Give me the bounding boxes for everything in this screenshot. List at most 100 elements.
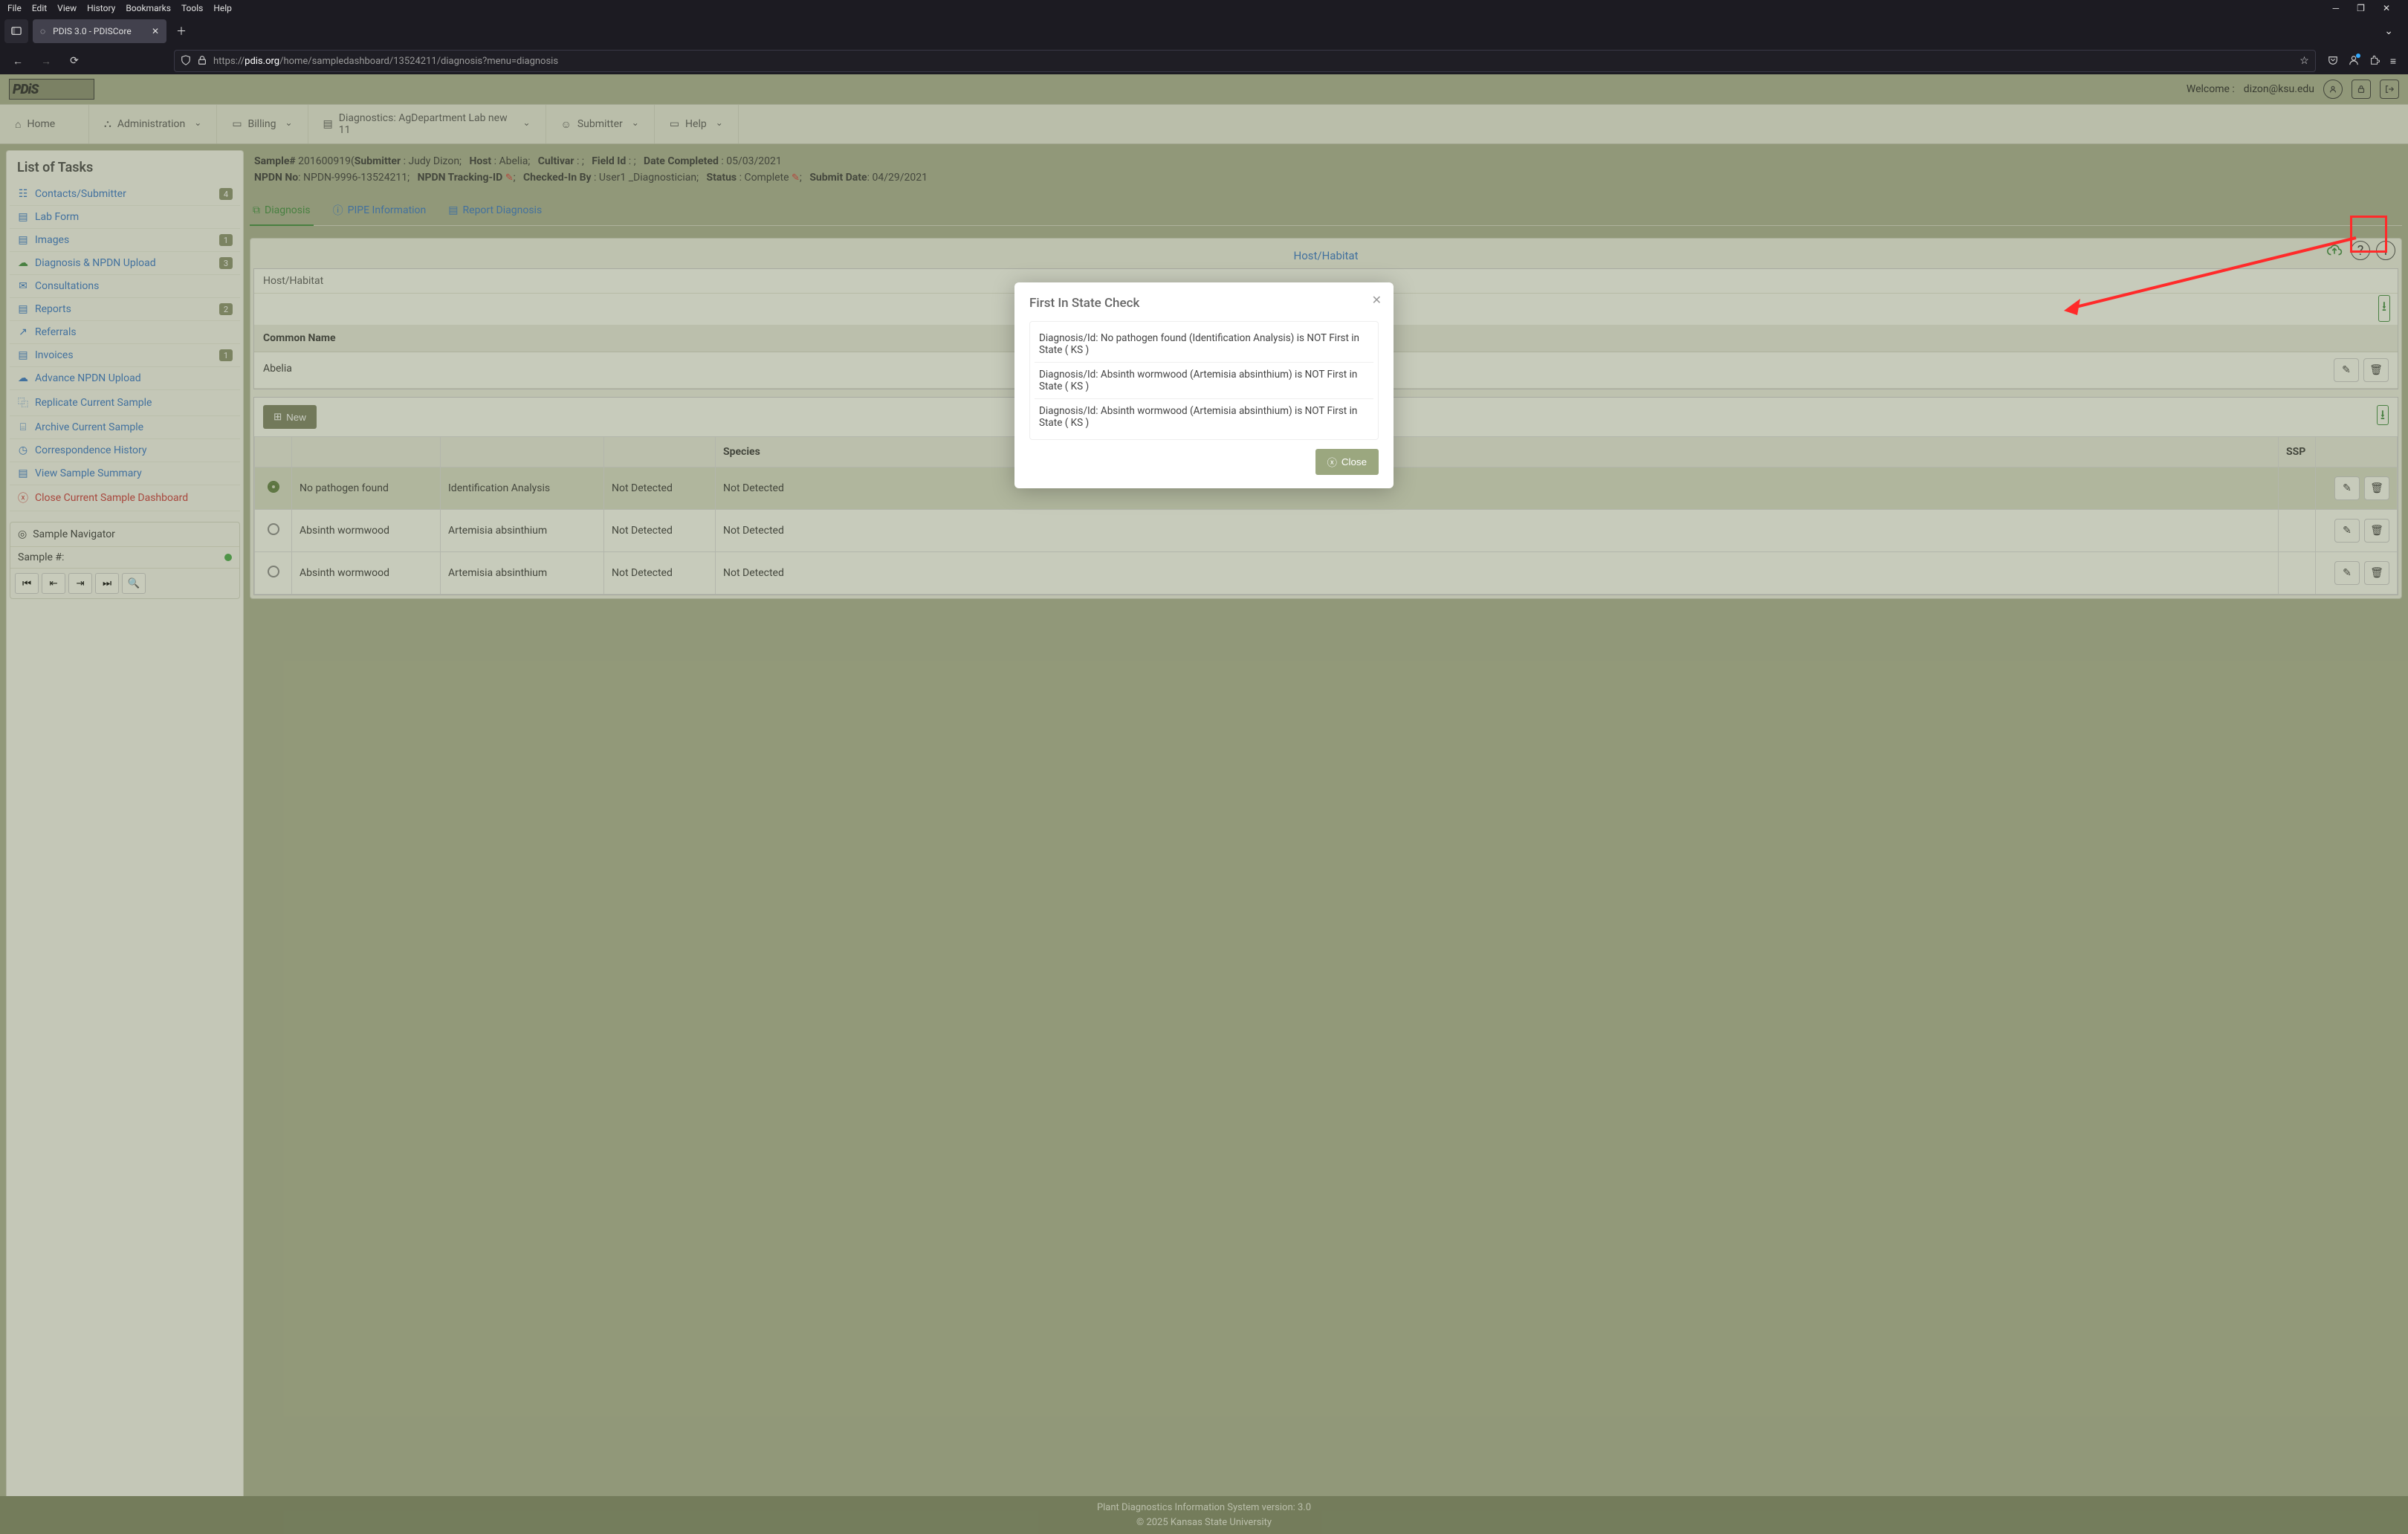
window-minimize-icon[interactable]: ─ <box>2333 3 2340 13</box>
tab-diagnosis[interactable]: ⧉Diagnosis <box>250 197 314 226</box>
account-icon[interactable] <box>2349 55 2359 67</box>
delete-row-button[interactable]: 🗑 <box>2364 476 2389 500</box>
menu-file[interactable]: File <box>7 3 22 13</box>
table-row: Absinth wormwoodArtemisia absinthiumNot … <box>255 510 2398 552</box>
modal-close-icon[interactable]: ✕ <box>1372 293 1382 307</box>
sidebar-item-10[interactable]: ⌸Archive Current Sample <box>10 416 240 439</box>
sidebar-item-6[interactable]: ↗Referrals <box>10 321 240 344</box>
new-diagnosis-button[interactable]: ⊞New <box>263 405 317 429</box>
tabs-dropdown-icon[interactable]: ⌄ <box>2374 25 2404 37</box>
new-tab-button[interactable]: ＋ <box>171 21 192 42</box>
bookmark-star-icon[interactable]: ☆ <box>2299 55 2309 67</box>
window-restore-icon[interactable]: ❐ <box>2357 3 2365 13</box>
menu-view[interactable]: View <box>57 3 77 13</box>
sidebar-item-0[interactable]: ☷Contacts/Submitter4 <box>10 183 240 206</box>
footer-line1: Plant Diagnostics Information System ver… <box>0 1501 2408 1515</box>
sidebar-item-5[interactable]: ▤Reports2 <box>10 298 240 321</box>
tab-report[interactable]: ▤Report Diagnosis <box>445 197 545 225</box>
delete-row-button[interactable]: 🗑 <box>2364 561 2389 585</box>
replicate-icon: ⿻ <box>17 395 29 410</box>
sidebar-item-label: Archive Current Sample <box>35 421 143 433</box>
modal-close-button[interactable]: ⓧClose <box>1315 449 1379 475</box>
window-close-icon[interactable]: ✕ <box>2383 3 2390 13</box>
nav-first-button[interactable]: ⏮ <box>15 573 39 594</box>
edit-row-button[interactable]: ✎ <box>2334 476 2360 500</box>
row-select-radio[interactable] <box>268 523 279 535</box>
sidebar-item-3[interactable]: ☁Diagnosis & NPDN Upload3 <box>10 252 240 275</box>
edit-row-button[interactable]: ✎ <box>2334 519 2360 543</box>
nav-last-button[interactable]: ⏭ <box>95 573 119 594</box>
sidebar-item-4[interactable]: ✉Consultations <box>10 275 240 298</box>
nav-diagnostics[interactable]: ▤Diagnostics: AgDepartment Lab new 11 <box>308 105 546 143</box>
compass-icon: ◎ <box>18 528 27 540</box>
row-select-radio[interactable] <box>268 481 279 493</box>
reload-button[interactable]: ⟳ <box>64 55 85 67</box>
edit-row-button[interactable]: ✎ <box>2334 561 2360 585</box>
sidebar-item-9[interactable]: ⿻Replicate Current Sample <box>10 390 240 416</box>
nav-billing[interactable]: ▭Billing <box>217 105 308 143</box>
recent-browsing-button[interactable] <box>4 19 28 43</box>
nav-search-button[interactable]: 🔍 <box>122 573 146 594</box>
plus-icon: ⊞ <box>274 411 282 423</box>
sample-number-label: Sample #: <box>18 551 64 563</box>
extensions-icon[interactable] <box>2369 55 2380 67</box>
shield-icon[interactable] <box>181 55 191 67</box>
sidebar-item-label: View Sample Summary <box>35 467 142 479</box>
edit-status-icon[interactable]: ✎ <box>792 172 800 184</box>
sidebar-item-11[interactable]: ◷Correspondence History <box>10 439 240 462</box>
sidebar-item-12[interactable]: ▤View Sample Summary <box>10 462 240 485</box>
menu-history[interactable]: History <box>87 3 115 13</box>
sidebar-item-label: Images <box>35 234 69 246</box>
row-select-radio[interactable] <box>268 566 279 577</box>
tab-close-icon[interactable]: ✕ <box>152 26 159 36</box>
host-habitat-link[interactable]: Host/Habitat <box>252 246 2400 268</box>
lock-icon[interactable] <box>197 55 207 67</box>
tab-pipe[interactable]: ⓘPIPE Information <box>330 197 430 225</box>
sidebar-title: List of Tasks <box>10 157 240 183</box>
sample-meta: Sample# 201600919(Submitter : Judy Dizon… <box>250 150 2402 194</box>
back-button[interactable]: ← <box>7 55 28 68</box>
app-menu-icon[interactable]: ≡ <box>2390 55 2396 68</box>
menu-help[interactable]: Help <box>213 3 232 13</box>
delete-host-button[interactable]: 🗑 <box>2363 358 2389 382</box>
edit-host-button[interactable]: ✎ <box>2334 358 2359 382</box>
sidebar-item-label: Consultations <box>35 280 99 292</box>
sidebar-item-8[interactable]: ☁Advance NPDN Upload <box>10 367 240 390</box>
sidebar-item-label: Correspondence History <box>35 444 147 456</box>
nav-prev-button[interactable]: ⇤ <box>42 573 65 594</box>
pocket-icon[interactable] <box>2328 55 2338 67</box>
user-icon[interactable] <box>2323 80 2343 99</box>
lock-icon[interactable] <box>2352 80 2371 99</box>
logout-icon[interactable] <box>2380 80 2399 99</box>
diag-sci: Artemisia absinthium <box>441 510 604 552</box>
close-circle-icon: ⓧ <box>1327 455 1337 469</box>
nav-help[interactable]: ▭Help <box>655 105 739 143</box>
menu-bookmarks[interactable]: Bookmarks <box>126 3 171 13</box>
menu-edit[interactable]: Edit <box>32 3 47 13</box>
delete-row-button[interactable]: 🗑 <box>2364 519 2389 543</box>
upload-cloud-icon[interactable] <box>2324 240 2345 261</box>
top-nav: ⌂Home ⛬Administration ▭Billing ▤Diagnost… <box>0 104 2408 144</box>
address-bar[interactable]: https://pdis.org/home/sampledashboard/13… <box>174 50 2316 72</box>
sidebar-item-13[interactable]: ⓧClose Current Sample Dashboard <box>10 485 240 511</box>
browser-tab[interactable]: ◌ PDIS 3.0 - PDISCore ✕ <box>33 19 166 43</box>
sidebar-item-7[interactable]: ▤Invoices1 <box>10 344 240 367</box>
browser-toolbar: ← → ⟳ https://pdis.org/home/sampledashbo… <box>0 46 2408 76</box>
reports-icon: ▤ <box>17 303 29 315</box>
diag-name: Absinth wormwood <box>292 552 441 595</box>
sidebar-item-2[interactable]: ▤Images1 <box>10 229 240 252</box>
nav-submitter[interactable]: ☺Submitter <box>546 105 655 143</box>
edit-tracking-icon[interactable]: ✎ <box>505 172 514 184</box>
form-icon: ▤ <box>17 211 29 223</box>
save-host-icon[interactable]: ⭳ <box>2378 295 2390 322</box>
save-diag-icon[interactable]: ⭳ <box>2377 405 2389 425</box>
sidebar-item-1[interactable]: ▤Lab Form <box>10 206 240 229</box>
tab-title: PDIS 3.0 - PDISCore <box>53 26 132 36</box>
nav-home[interactable]: ⌂Home <box>0 105 89 143</box>
nav-administration[interactable]: ⛬Administration <box>89 105 217 143</box>
help-icon: ▭ <box>670 118 679 130</box>
workspace-icon <box>11 26 22 36</box>
badge: 3 <box>219 257 233 269</box>
nav-next-button[interactable]: ⇥ <box>68 573 92 594</box>
menu-tools[interactable]: Tools <box>181 3 203 13</box>
